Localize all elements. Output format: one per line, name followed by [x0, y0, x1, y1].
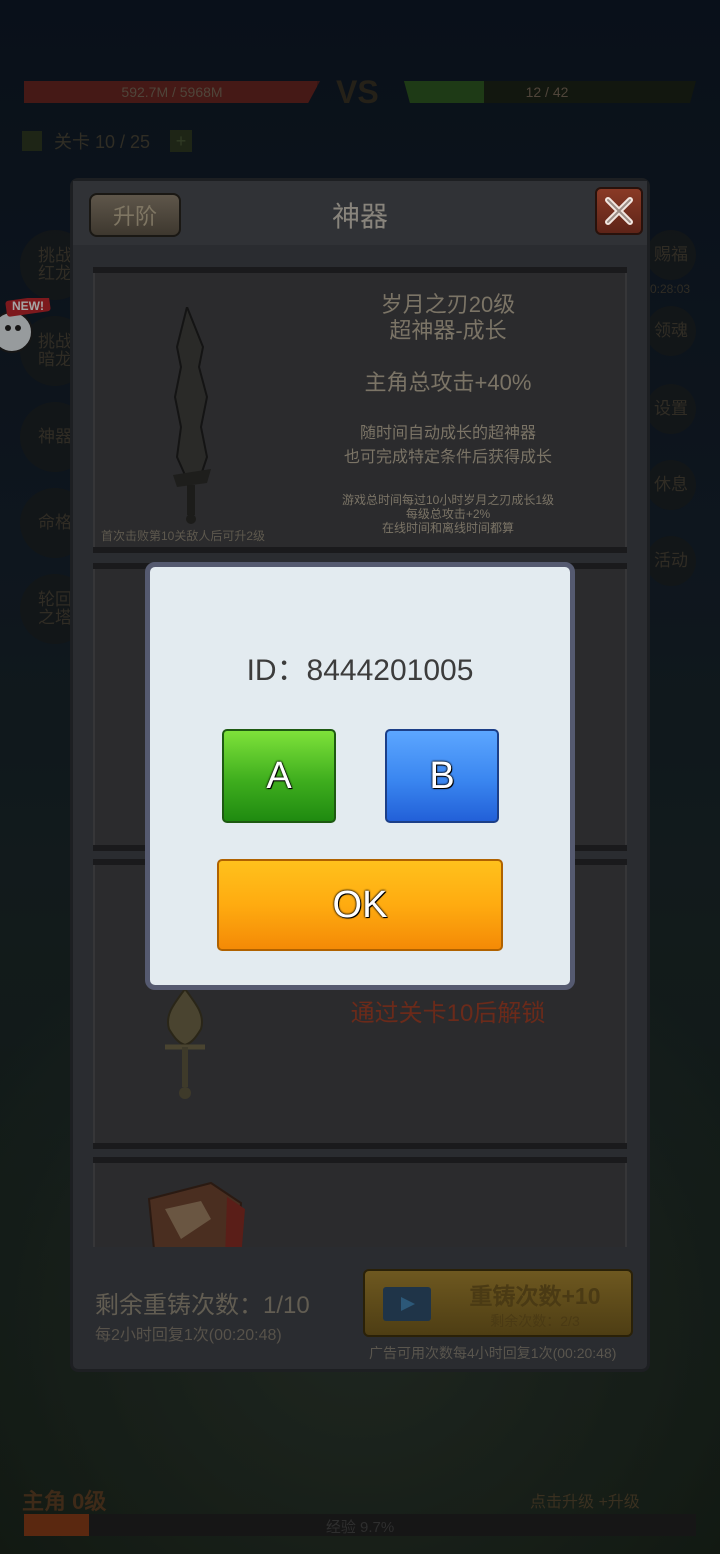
- artifact-note: 在线时间和离线时间都算: [381, 521, 514, 535]
- panel-title: 神器: [331, 201, 388, 232]
- recast-recover: 每2小时回复1次(00:20:48): [95, 1327, 282, 1344]
- shield-artifact-icon: [147, 1181, 245, 1247]
- ok-button[interactable]: OK: [217, 859, 503, 951]
- video-icon: [383, 1287, 431, 1321]
- upgrade-hint[interactable]: 点击升级 +升级: [530, 1488, 640, 1512]
- close-x-icon: [605, 197, 633, 225]
- artifact-subtitle: 超神器-成长: [389, 318, 507, 343]
- close-button[interactable]: [595, 187, 643, 235]
- dark-sword-icon: [173, 307, 211, 524]
- ornate-sword-icon: [165, 987, 205, 1099]
- dialog-id-text: ID：8444201005: [246, 654, 474, 687]
- artifact-stat: 主角总攻击+40%: [364, 370, 532, 395]
- choice-a-button[interactable]: A: [222, 729, 336, 823]
- artifact-desc: 随时间自动成长的超神器: [359, 425, 536, 442]
- locked-text: 通过关卡10后解锁: [350, 1000, 546, 1027]
- ad-button-sub: 剩余次数：2/3: [490, 1313, 580, 1329]
- choice-b-button[interactable]: B: [385, 729, 499, 823]
- ad-note: 广告可用次数每4小时回复1次(00:20:48): [369, 1345, 617, 1361]
- xp-text: 经验 9.7%: [325, 1519, 395, 1536]
- hero-level: 主角 0级: [22, 1489, 107, 1514]
- artifact-card[interactable]: 岁月之刃20级 超神器-成长 主角总攻击+40% 随时间自动成长的超神器 也可完…: [93, 267, 627, 553]
- watch-ad-button[interactable]: 重铸次数+10 剩余次数：2/3: [363, 1269, 633, 1337]
- artifact-desc: 也可完成特定条件后获得成长: [343, 449, 552, 466]
- id-dialog: ID：8444201005 A B OK: [145, 562, 575, 990]
- xp-bar: 经验 9.7%: [24, 1514, 696, 1536]
- ad-button-title: 重铸次数+10: [469, 1283, 601, 1309]
- recast-remaining: 剩余重铸次数：1/10: [95, 1292, 310, 1319]
- artifact-card[interactable]: [93, 1157, 627, 1247]
- unlock-tip: 首次击败第10关敌人后可升2级: [101, 529, 266, 543]
